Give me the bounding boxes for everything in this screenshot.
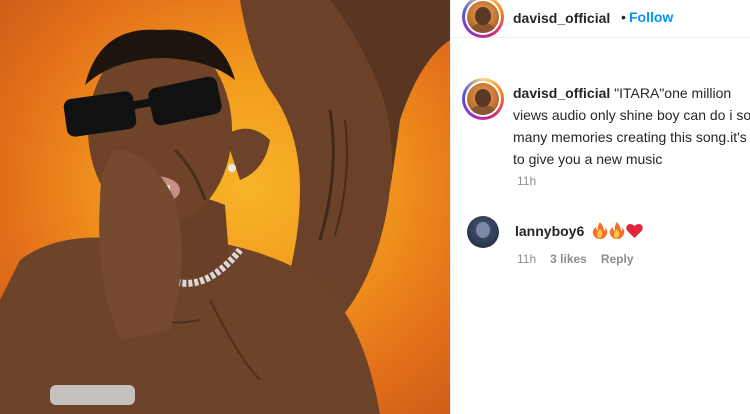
- comment: lannyboy6: [515, 222, 643, 239]
- comment-meta: 11h 3 likes Reply: [517, 252, 634, 266]
- red-heart-icon: [626, 223, 643, 238]
- photo-illustration: [0, 0, 450, 414]
- comment-emojis: [592, 222, 643, 239]
- commenter-avatar[interactable]: [467, 216, 499, 248]
- comment-timestamp[interactable]: 11h: [517, 252, 536, 266]
- caption-username[interactable]: davisd_official: [513, 85, 610, 101]
- commenter-username[interactable]: lannyboy6: [515, 223, 584, 239]
- fire-icon: [593, 222, 608, 239]
- author-avatar[interactable]: [462, 0, 504, 38]
- post-photo[interactable]: [0, 0, 450, 414]
- caption-avatar[interactable]: [462, 78, 504, 120]
- follow-button[interactable]: Follow: [629, 9, 673, 25]
- author-username[interactable]: davisd_official: [513, 10, 610, 26]
- separator-dot: •: [621, 9, 626, 25]
- post-side-panel: davisd_official • Follow davisd_official…: [450, 0, 750, 414]
- comment-likes[interactable]: 3 likes: [550, 252, 587, 266]
- reply-button[interactable]: Reply: [601, 252, 634, 266]
- post-caption: davisd_official "ITARA"one million views…: [513, 82, 750, 170]
- fire-icon: [610, 222, 625, 239]
- post-header: davisd_official • Follow: [451, 0, 750, 38]
- caption-timestamp[interactable]: 11h: [517, 174, 536, 188]
